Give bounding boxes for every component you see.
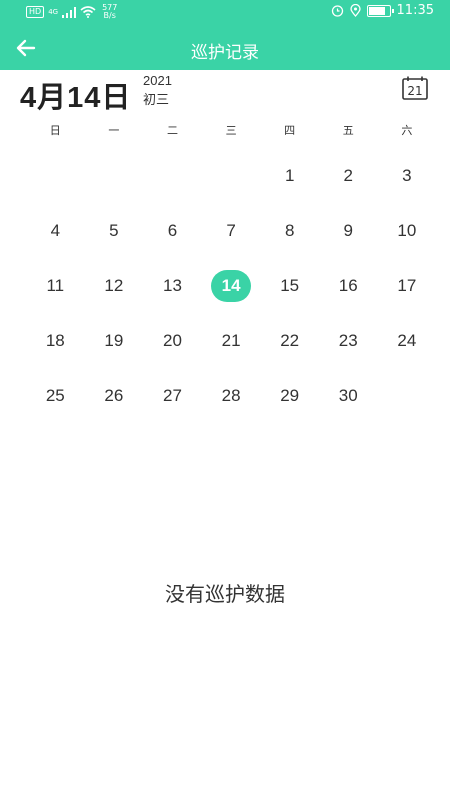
calendar-day-number: 13 [163,275,182,295]
calendar-day-number: 5 [109,220,119,240]
calendar-day[interactable]: 6 [143,203,202,258]
calendar-day-number: 23 [338,330,358,350]
calendar-day-number: 25 [45,385,65,405]
speed-unit: B/s [103,11,116,20]
empty-cell [85,148,144,203]
calendar-day-number: 9 [343,220,353,240]
calendar-day[interactable]: 8 [260,203,319,258]
calendar-day[interactable]: 12 [85,258,144,313]
calendar-day[interactable]: 11 [26,258,85,313]
weekday-label: 六 [401,125,413,137]
calendar-day[interactable]: 1 [260,148,319,203]
calendar-day-number: 4 [50,220,61,240]
signal-icon [62,6,77,18]
calendar-day-number: 18 [45,330,65,350]
calendar-day[interactable]: 13 [143,258,202,313]
app-bar: 巡护记录 [0,26,450,70]
calendar-day[interactable]: 20 [143,313,202,368]
status-bar: HD 4G 577 B/s 11:35 [0,0,450,26]
year-label: 2021 [143,73,172,88]
weekday-label: 五 [342,125,354,137]
empty-state-message: 没有巡护数据 [165,584,285,606]
calendar-grid: 1 2 3 4 5 6 7 8 9 10 11 12 13 14 15 16 17 18 19 20 21 22 23 24 2… [26,148,450,423]
calendar-day[interactable]: 5 [85,203,144,258]
calendar-day[interactable]: 21 [202,313,261,368]
alarm-icon [331,5,343,17]
calendar-day-number: 17 [397,275,417,295]
calendar-day[interactable]: 24 [378,313,437,368]
wifi-icon [80,6,96,18]
calendar-day-number: 21 [221,330,241,350]
calendar-day[interactable]: 2 [319,148,378,203]
calendar-day-number: 11 [46,275,65,295]
calendar-day-number: 7 [226,220,236,240]
weekday-label: 一 [108,125,120,137]
date-header: 4月14日 2021 初三 21 [0,70,450,116]
hd-badge: HD [26,6,45,18]
empty-cell [26,148,85,203]
calendar-day-number: 1 [284,165,295,185]
calendar-day[interactable]: 4 [26,203,85,258]
calendar-day[interactable]: 28 [202,368,261,423]
calendar-day-number: 8 [284,220,295,240]
calendar-day[interactable]: 9 [319,203,378,258]
calendar-day-number: 20 [163,330,182,350]
calendar-day-number: 2 [343,165,353,185]
calendar-day[interactable]: 26 [85,368,144,423]
empty-cell [143,148,202,203]
calendar-day-number: 19 [104,330,124,350]
calendar-day[interactable]: 30 [319,368,378,423]
calendar-day-number: 27 [163,385,182,405]
calendar-day-number: 14 [211,269,252,302]
empty-cell [202,148,261,203]
calendar-day[interactable]: 17 [378,258,437,313]
current-date: 4月14日 [20,82,132,114]
calendar-day-number: 24 [397,330,417,350]
calendar-day[interactable]: 18 [26,313,85,368]
network-type: 4G [48,8,59,16]
calendar-day-number: 30 [338,385,358,405]
battery-icon [366,4,394,17]
calendar-day-number: 22 [280,330,300,350]
status-time: 11:35 [396,3,434,18]
calendar-day[interactable]: 3 [378,148,437,203]
calendar-day-number: 26 [104,385,124,405]
calendar-day-number: 28 [221,385,241,405]
calendar-day-number: 3 [402,165,412,185]
calendar-today-icon[interactable]: 21 [402,76,428,100]
lunar-date: 初三 [143,92,170,107]
calendar-day[interactable]: 10 [378,203,437,258]
calendar-day[interactable]: 27 [143,368,202,423]
network-speed: 577 B/s [102,4,117,20]
calendar-day[interactable]: 15 [260,258,319,313]
calendar-day[interactable]: 29 [260,368,319,423]
page-title: 巡护记录 [191,43,259,62]
calendar-day-selected[interactable]: 14 [202,258,261,313]
calendar-day-number: 12 [104,275,124,295]
calendar-day-number: 29 [280,385,300,405]
calendar-day[interactable]: 19 [85,313,144,368]
calendar-day[interactable]: 7 [202,203,261,258]
location-icon [349,4,361,17]
calendar-day-number: 6 [167,220,178,240]
calendar-day[interactable]: 22 [260,313,319,368]
calendar-day-number: 15 [280,275,300,295]
calendar-day[interactable]: 23 [319,313,378,368]
calendar-day[interactable]: 25 [26,368,85,423]
calendar-day[interactable]: 16 [319,258,378,313]
weekday-label: 四 [284,125,296,137]
calendar-day-number: 10 [397,220,417,240]
calendar-day-number: 16 [338,275,358,295]
weekday-header: 日一二三四五六 [26,116,450,144]
today-icon-day: 21 [407,84,422,98]
weekday-label: 二 [166,125,178,137]
weekday-label: 三 [225,125,237,137]
weekday-label: 日 [49,125,61,137]
